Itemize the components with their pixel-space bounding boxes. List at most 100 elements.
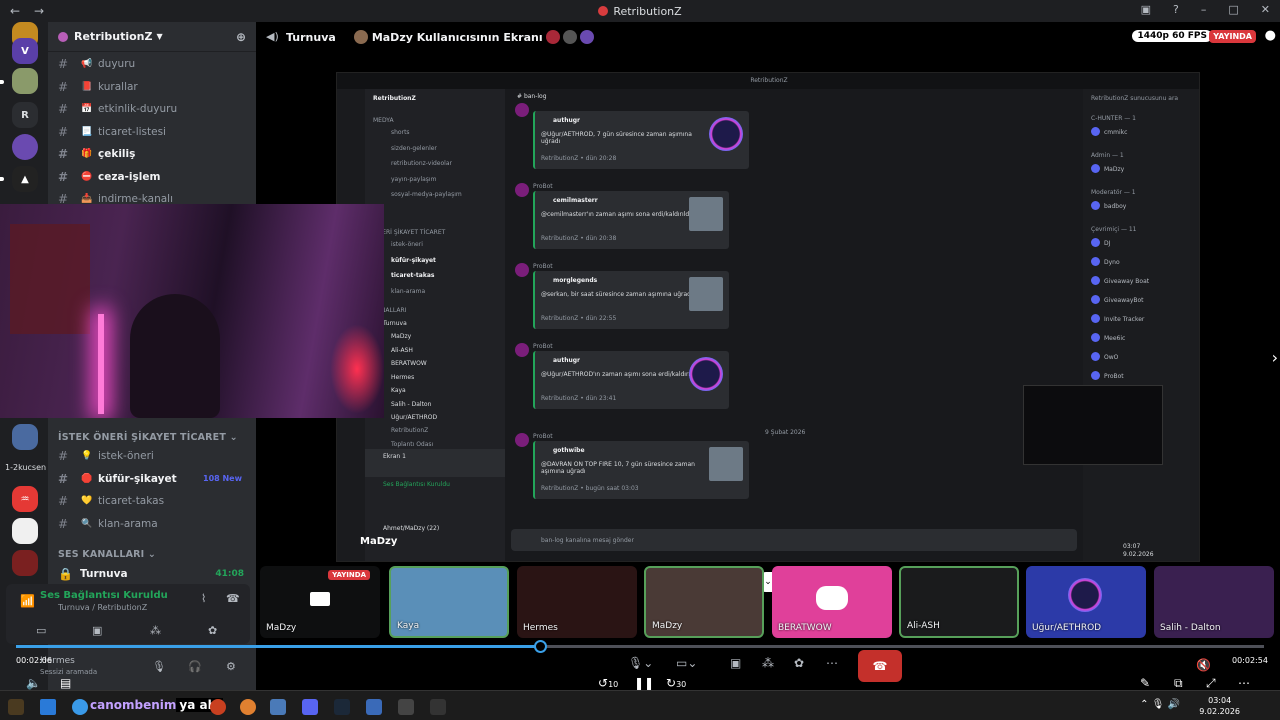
skip-forward-button[interactable]: ↻30 bbox=[666, 676, 686, 690]
app-icon[interactable] bbox=[270, 699, 286, 715]
settings-gear-icon[interactable]: ⚙ bbox=[226, 660, 236, 673]
member[interactable]: cmmikc bbox=[1091, 127, 1127, 136]
app-icon[interactable] bbox=[210, 699, 226, 715]
screen-share-icon[interactable]: ▣ bbox=[92, 624, 102, 637]
member[interactable]: GiveawayBot bbox=[1091, 295, 1144, 304]
add-user-icon[interactable]: ⊕ bbox=[236, 30, 246, 44]
server-icon[interactable]: ▲ bbox=[12, 166, 38, 192]
category-header[interactable]: İSTEK ÖNERİ ŞİKAYET TİCARET ⌄ bbox=[58, 432, 238, 443]
disconnect-icon[interactable]: ☎ bbox=[226, 592, 240, 605]
widgets-icon[interactable] bbox=[8, 699, 24, 715]
participant-tile[interactable]: Kaya bbox=[389, 566, 509, 638]
inbox-icon[interactable]: ▣ bbox=[1141, 3, 1151, 16]
system-tray-icons[interactable]: ⌃ 🎙 🔊 bbox=[1140, 699, 1180, 710]
volume-icon[interactable]: 🔈 bbox=[26, 676, 41, 690]
pause-button[interactable]: ❚❚ bbox=[634, 676, 654, 690]
member[interactable]: ProBot bbox=[1091, 371, 1124, 380]
server-icon[interactable] bbox=[12, 68, 38, 94]
fullscreen-icon[interactable]: ⤢ bbox=[1206, 676, 1216, 691]
soundboard-icon[interactable]: ✿ bbox=[794, 656, 804, 670]
voice-category-header[interactable]: SES KANALLARI ⌄ bbox=[58, 549, 156, 560]
server-icon[interactable] bbox=[12, 550, 38, 576]
participant-tile[interactable]: Uğur/AETHROD bbox=[1026, 566, 1146, 638]
channel-1[interactable]: # 📕 kurallar bbox=[58, 77, 248, 97]
server-icon[interactable]: R bbox=[12, 102, 38, 128]
voice-status[interactable]: Ses Bağlantısı Kuruldu bbox=[40, 590, 168, 601]
voice-channel-turnuva[interactable]: 🔒 Turnuva 41:08 bbox=[58, 564, 248, 584]
member[interactable]: Invite Tracker bbox=[1091, 314, 1144, 323]
participant-tile[interactable]: Salih - Dalton bbox=[1154, 566, 1274, 638]
channel-2[interactable]: # 📅 etkinlik-duyuru bbox=[58, 99, 248, 119]
participant-tile[interactable]: BERATWOW bbox=[772, 566, 892, 638]
channel-0[interactable]: # 📢 duyuru bbox=[58, 54, 248, 74]
discord-icon[interactable] bbox=[302, 699, 318, 715]
server-icon[interactable] bbox=[12, 424, 38, 450]
skip-back-button[interactable]: ↺10 bbox=[598, 676, 618, 690]
app-icon[interactable] bbox=[240, 699, 256, 715]
inner-search[interactable]: RetributionZ sunucusunu ara bbox=[1091, 95, 1178, 102]
help-icon[interactable]: ? bbox=[1173, 3, 1179, 16]
more-icon[interactable]: ⋯ bbox=[1238, 676, 1250, 690]
shared-screen[interactable]: RetributionZ RetributionZ MEDYA shorts si… bbox=[336, 72, 1200, 562]
caption-icon[interactable]: ▤ bbox=[60, 676, 71, 690]
popout-icon[interactable]: ⧉ bbox=[1174, 676, 1183, 691]
close-button[interactable]: ✕ bbox=[1261, 3, 1270, 16]
member[interactable]: Dyno bbox=[1091, 257, 1120, 266]
soundboard-icon[interactable]: ✿ bbox=[208, 624, 217, 637]
steam-icon[interactable] bbox=[334, 699, 350, 715]
voice-category-title: SES KANALLARI bbox=[58, 549, 145, 560]
playback-timeline[interactable] bbox=[16, 640, 1264, 653]
channel2-0[interactable]: # 💡 istek-öneri bbox=[58, 446, 248, 466]
server-icon[interactable] bbox=[12, 134, 38, 160]
more-options-icon[interactable]: ⋯ bbox=[826, 656, 838, 670]
member[interactable]: badboy bbox=[1091, 201, 1126, 210]
embed-thumbnail bbox=[689, 197, 723, 231]
leave-call-button[interactable]: ☎ bbox=[858, 650, 902, 682]
minimize-button[interactable]: – bbox=[1201, 3, 1207, 16]
participant-tile[interactable]: MaDzy bbox=[644, 566, 764, 638]
start-icon[interactable] bbox=[40, 699, 56, 715]
member[interactable]: DJ bbox=[1091, 238, 1110, 247]
noise-suppression-icon[interactable]: ⌇ bbox=[201, 592, 206, 605]
pencil-icon[interactable]: ✎ bbox=[1140, 676, 1150, 690]
channel-4[interactable]: # 🎁 çekiliş bbox=[58, 144, 248, 164]
chat-bubble-icon[interactable]: ● bbox=[1265, 28, 1276, 43]
member[interactable]: Mee6ic bbox=[1091, 333, 1125, 342]
activities-icon[interactable]: ⁂ bbox=[762, 656, 774, 670]
date-divider: 9 Şubat 2026 bbox=[765, 429, 806, 436]
browser-icon[interactable] bbox=[72, 699, 88, 715]
participant-tile[interactable]: Ali-ASH bbox=[899, 566, 1019, 638]
server-header[interactable]: RetributionZ ▼ ⊕ bbox=[48, 22, 256, 52]
message-composer[interactable]: ban-log kanalına mesaj gönder bbox=[511, 529, 1077, 551]
chevron-right-icon[interactable]: › bbox=[1272, 348, 1278, 367]
app-icon[interactable] bbox=[430, 699, 446, 715]
app-icon[interactable] bbox=[366, 699, 382, 715]
member[interactable]: OwO bbox=[1091, 352, 1118, 361]
maximize-button[interactable]: □ bbox=[1228, 3, 1238, 16]
channel-5[interactable]: # ⛔ ceza-işlem bbox=[58, 167, 248, 187]
headphones-icon[interactable]: 🎧 bbox=[188, 660, 202, 673]
camera-icon[interactable]: ▭ bbox=[36, 624, 46, 637]
member-avatar bbox=[1091, 257, 1100, 266]
activities-icon[interactable]: ⁂ bbox=[150, 624, 161, 637]
server-icon[interactable]: ♒ bbox=[12, 486, 38, 512]
screen-share-icon[interactable]: ▣ bbox=[730, 656, 741, 670]
server-icon[interactable]: V bbox=[12, 38, 38, 64]
member[interactable]: Giveaway Boat bbox=[1091, 276, 1149, 285]
camera-off-icon[interactable]: ▭⌄ bbox=[676, 656, 697, 670]
channel2-2[interactable]: # 💛 ticaret-takas bbox=[58, 491, 248, 511]
app-icon[interactable] bbox=[398, 699, 414, 715]
channel2-1[interactable]: # 🛑 küfür-şikayet 108 New bbox=[58, 469, 248, 489]
channel-3[interactable]: # 📃 ticaret-listesi bbox=[58, 122, 248, 142]
channel-emoji: 🔍 bbox=[81, 518, 93, 529]
channel2-3[interactable]: # 🔍 klan-arama bbox=[58, 514, 248, 534]
participant-tile[interactable]: YAYINDA MaDzy bbox=[260, 566, 380, 638]
server-icon[interactable] bbox=[12, 518, 38, 544]
member[interactable]: MaDzy bbox=[1091, 164, 1124, 173]
stream-title: MaDzy Kullanıcısının Ekranı bbox=[371, 30, 543, 44]
taskbar-clock[interactable]: 03:04 9.02.2026 bbox=[1199, 695, 1240, 717]
participant-tile[interactable]: Hermes bbox=[517, 566, 637, 638]
mute-stream-icon[interactable]: 🔇 bbox=[1196, 658, 1211, 672]
mic-icon[interactable]: 🎙 bbox=[152, 660, 166, 673]
mic-icon[interactable]: 🎙⌄ bbox=[628, 656, 653, 670]
